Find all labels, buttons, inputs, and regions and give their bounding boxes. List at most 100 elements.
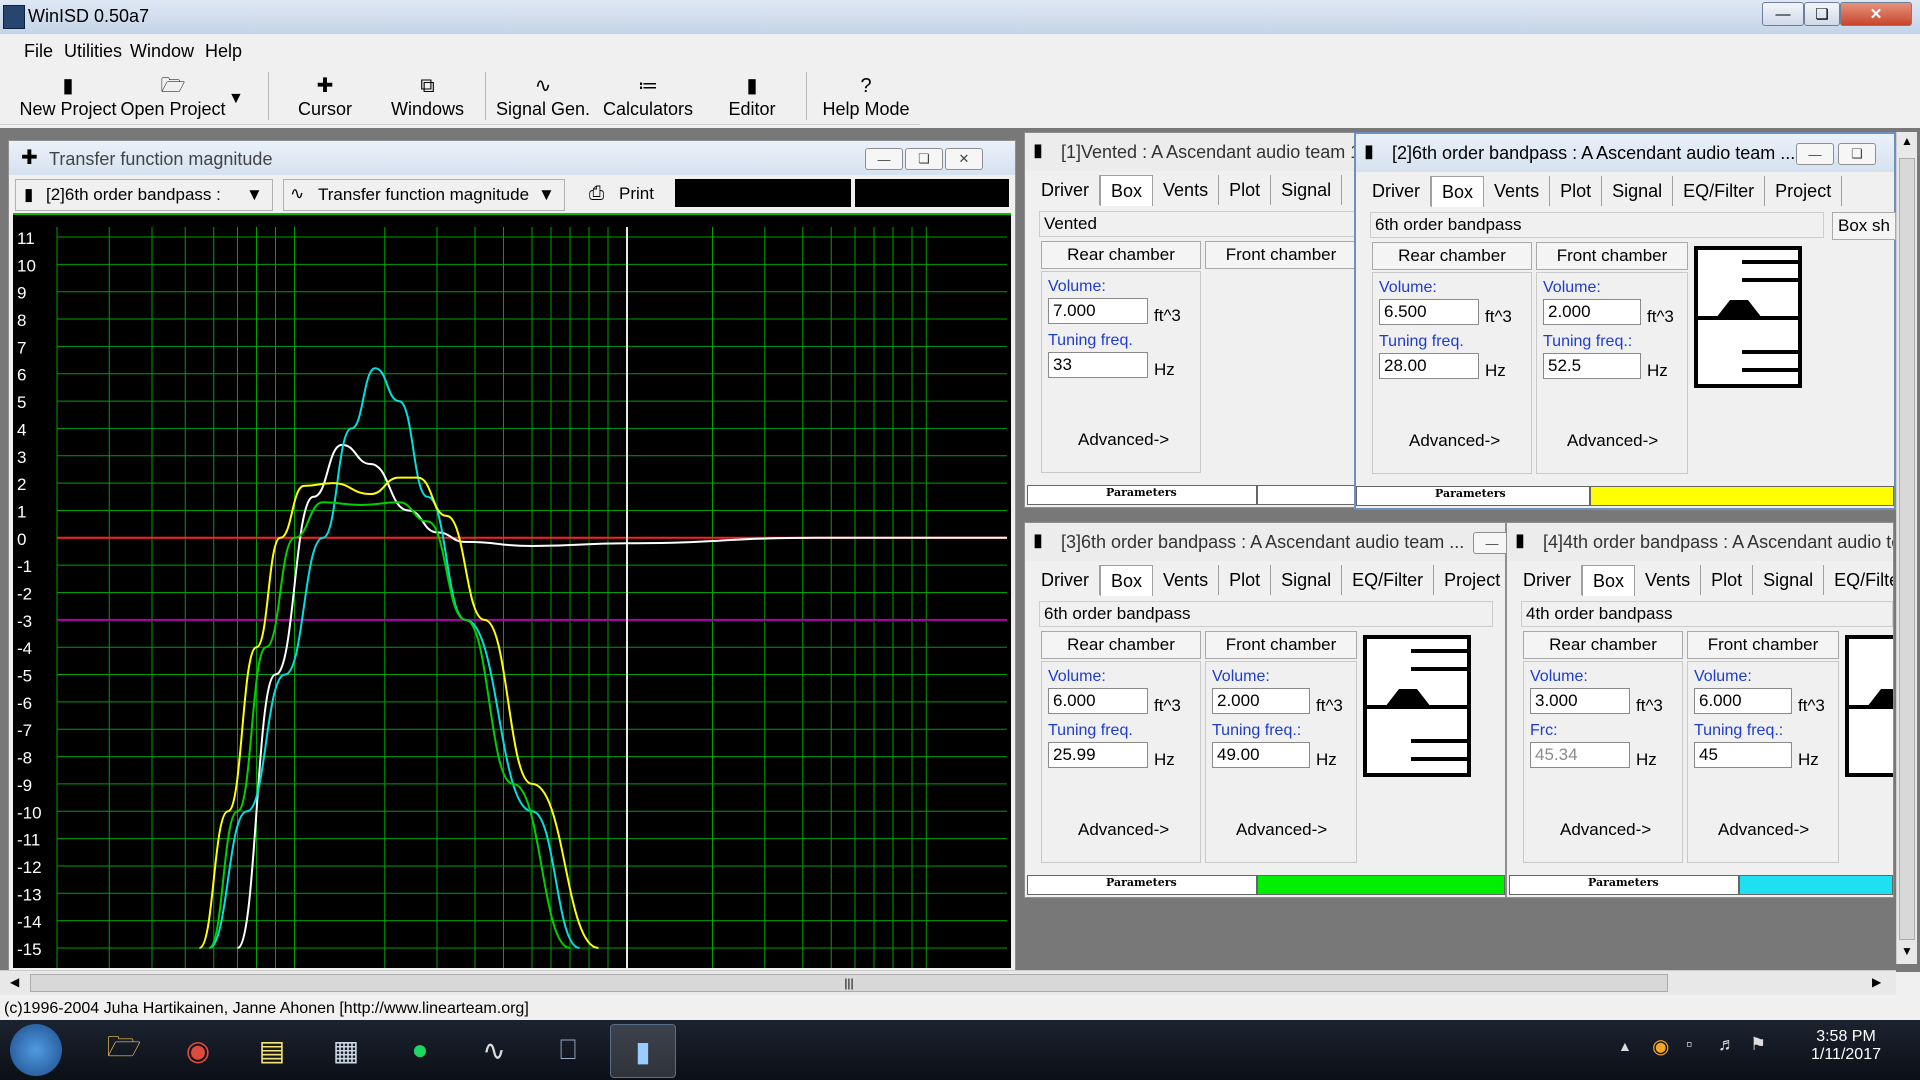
volume-icon[interactable]: ♬: [1718, 1034, 1736, 1055]
help-mode-button[interactable]: ? Help Mode: [816, 66, 916, 124]
box-type-select[interactable]: 6th order bandpass: [1039, 601, 1493, 627]
tab-signal[interactable]: Signal: [1271, 565, 1343, 595]
transfer-function-plot[interactable]: 11109876543210-1-2-3-4-5-6-7-8-9-10-11-1…: [13, 213, 1011, 968]
volume-input[interactable]: 2.000: [1212, 688, 1310, 714]
front-chamber-button[interactable]: Front chamber: [1536, 242, 1688, 270]
tuning-input[interactable]: 33: [1048, 352, 1148, 378]
curve-color-swatch[interactable]: [1739, 875, 1893, 895]
scroll-right-icon[interactable]: ▶: [1872, 975, 1881, 989]
tuning-input[interactable]: 52.5: [1543, 353, 1641, 379]
cursor-button[interactable]: ✚ Cursor: [280, 66, 370, 124]
tab-eq-filter[interactable]: EQ/Filter: [1673, 176, 1766, 206]
curve-color-swatch[interactable]: [1590, 486, 1894, 506]
volume-input[interactable]: 6.500: [1379, 299, 1479, 325]
new-project-button[interactable]: ▮ New Project: [18, 66, 118, 124]
minimize-button[interactable]: —: [1762, 2, 1804, 26]
tab-vents[interactable]: Vents: [1153, 565, 1220, 595]
panel-maximize-button[interactable]: ❏: [1838, 143, 1876, 165]
box-shape-button[interactable]: Box sh: [1832, 212, 1896, 240]
parameters-button[interactable]: Parameters: [1356, 486, 1590, 506]
tab-driver[interactable]: Driver: [1362, 176, 1431, 206]
tab-plot[interactable]: Plot: [1701, 565, 1754, 595]
advanced-button[interactable]: Advanced->: [1236, 820, 1327, 840]
chrome-icon[interactable]: ◉: [166, 1024, 230, 1076]
chart-maximize-button[interactable]: ❏: [905, 148, 943, 170]
advanced-button[interactable]: Advanced->: [1409, 431, 1500, 451]
advanced-button[interactable]: Advanced->: [1718, 820, 1809, 840]
tray-expand-icon[interactable]: ▲: [1618, 1038, 1632, 1054]
menu-help[interactable]: Help: [205, 41, 242, 62]
winisd-taskbar-icon[interactable]: ▮: [610, 1024, 676, 1078]
panel-minimize-button[interactable]: —: [1796, 143, 1834, 165]
windows-button[interactable]: ⧉ Windows: [380, 66, 475, 124]
tuning-input[interactable]: 25.99: [1048, 742, 1148, 768]
volume-input[interactable]: 7.000: [1048, 298, 1148, 324]
parameters-button[interactable]: Parameters: [1027, 485, 1257, 505]
network-icon[interactable]: ▫: [1686, 1034, 1692, 1055]
box-type-select[interactable]: 6th order bandpass: [1370, 212, 1824, 238]
tab-eq-filter[interactable]: EQ/Filte: [1824, 565, 1893, 595]
tab-eq-filter[interactable]: EQ/Filter: [1342, 565, 1435, 595]
open-project-button[interactable]: 🗁 Open Project: [120, 66, 226, 124]
tab-vents[interactable]: Vents: [1484, 176, 1551, 206]
scrollbar-thumb[interactable]: [1899, 158, 1915, 940]
menu-utilities[interactable]: Utilities: [64, 41, 122, 62]
tab-plot[interactable]: Plot: [1219, 565, 1272, 595]
editor-button[interactable]: ▮ Editor: [708, 66, 796, 124]
tab-project[interactable]: Project: [1765, 176, 1843, 206]
tab-box[interactable]: Box: [1100, 175, 1154, 206]
volume-input[interactable]: 2.000: [1543, 299, 1641, 325]
tab-box[interactable]: Box: [1100, 565, 1154, 596]
chart-minimize-button[interactable]: —: [865, 148, 903, 170]
box-type-select[interactable]: 4th order bandpass: [1521, 601, 1893, 627]
scroll-down-icon[interactable]: ▼: [1901, 944, 1913, 958]
horizontal-scrollbar[interactable]: ◀ ||| ▶: [0, 970, 1896, 995]
signal-gen-button[interactable]: ∿ Signal Gen.: [493, 66, 593, 124]
advanced-button[interactable]: Advanced->: [1567, 431, 1658, 451]
front-chamber-button[interactable]: Front chamber: [1205, 241, 1357, 269]
volume-input[interactable]: 3.000: [1530, 688, 1630, 714]
rear-chamber-button[interactable]: Rear chamber: [1372, 242, 1532, 270]
tab-plot[interactable]: Plot: [1219, 175, 1272, 205]
rear-chamber-button[interactable]: Rear chamber: [1041, 241, 1201, 269]
tuning-input[interactable]: 49.00: [1212, 742, 1310, 768]
panel-titlebar[interactable]: ▮ [1]Vented : A Ascendant audio team 1: [1025, 133, 1360, 171]
panel-titlebar[interactable]: ▮ [3]6th order bandpass : A Ascendant au…: [1025, 523, 1511, 561]
action-center-flag-icon[interactable]: ⚑: [1750, 1034, 1766, 1055]
tab-driver[interactable]: Driver: [1031, 565, 1100, 595]
project-select[interactable]: ▮ [2]6th order bandpass : ▼: [15, 179, 273, 211]
monitor-icon[interactable]: ⎕: [536, 1024, 600, 1076]
tab-vents[interactable]: Vents: [1153, 175, 1220, 205]
parameters-button[interactable]: Parameters: [1027, 875, 1257, 895]
calculators-button[interactable]: ≔ Calculators: [598, 66, 698, 124]
audio-editor-icon[interactable]: ∿: [462, 1024, 526, 1076]
tab-signal[interactable]: Signal: [1602, 176, 1674, 206]
advanced-button[interactable]: Advanced->: [1560, 820, 1651, 840]
tab-project[interactable]: Project: [1434, 565, 1512, 595]
front-chamber-button[interactable]: Front chamber: [1205, 631, 1357, 659]
spotify-icon[interactable]: ●: [388, 1024, 452, 1076]
curve-color-swatch[interactable]: [1257, 875, 1505, 895]
tab-vents[interactable]: Vents: [1635, 565, 1702, 595]
box-type-select[interactable]: Vented: [1039, 211, 1355, 237]
maximize-button[interactable]: ❏: [1804, 2, 1840, 26]
advanced-button[interactable]: Advanced->: [1078, 820, 1169, 840]
calculator-icon[interactable]: ▦: [314, 1024, 378, 1076]
rear-chamber-button[interactable]: Rear chamber: [1523, 631, 1683, 659]
tuning-input[interactable]: 28.00: [1379, 353, 1479, 379]
volume-input[interactable]: 6.000: [1694, 688, 1792, 714]
rear-chamber-button[interactable]: Rear chamber: [1041, 631, 1201, 659]
tuning-input[interactable]: 45: [1694, 742, 1792, 768]
tab-driver[interactable]: Driver: [1031, 175, 1100, 205]
panel-titlebar[interactable]: ▮ [4]4th order bandpass : A Ascendant au…: [1507, 523, 1893, 561]
front-chamber-button[interactable]: Front chamber: [1687, 631, 1839, 659]
tab-box[interactable]: Box: [1431, 176, 1485, 207]
menu-window[interactable]: Window: [130, 41, 194, 62]
taskbar-clock[interactable]: 3:58 PM 1/11/2017: [1790, 1028, 1902, 1064]
scroll-up-icon[interactable]: ▲: [1901, 134, 1913, 148]
scrollbar-thumb[interactable]: |||: [30, 974, 1668, 992]
tab-driver[interactable]: Driver: [1513, 565, 1582, 595]
close-button[interactable]: ✕: [1840, 2, 1912, 26]
tab-plot[interactable]: Plot: [1550, 176, 1603, 206]
chart-close-button[interactable]: ✕: [945, 148, 983, 170]
